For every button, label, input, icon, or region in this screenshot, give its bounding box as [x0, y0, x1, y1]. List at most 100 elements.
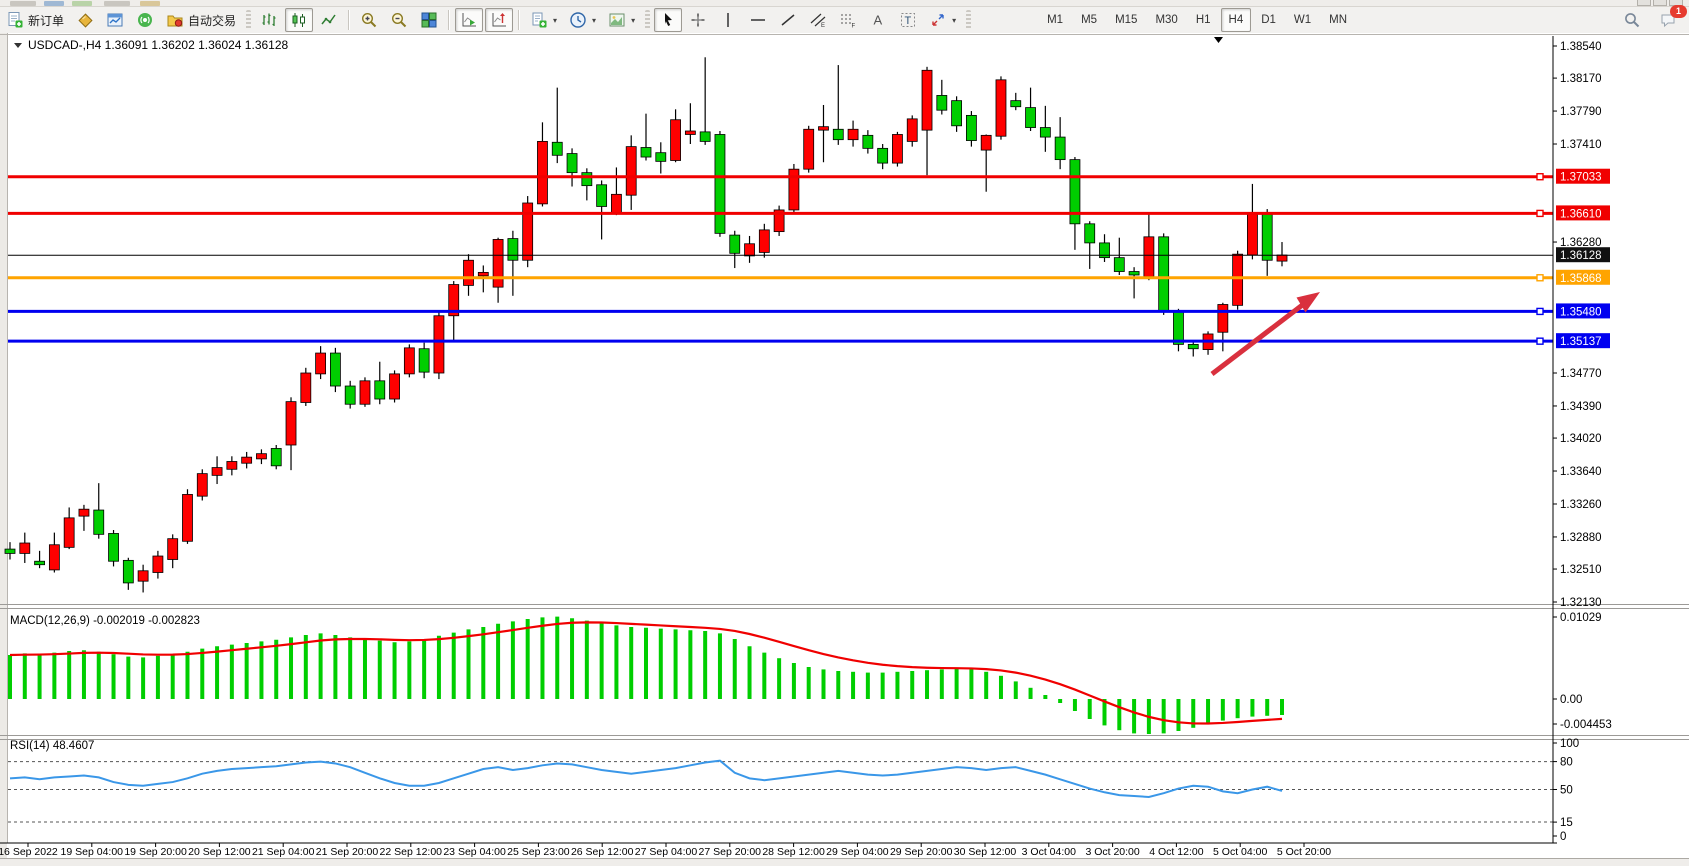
candle-body	[227, 461, 237, 469]
tiles-icon	[420, 11, 438, 29]
auto-scroll-button[interactable]	[455, 8, 483, 32]
candle-body	[671, 120, 681, 161]
tf-m30[interactable]: M30	[1147, 8, 1185, 32]
candles-icon	[290, 11, 308, 29]
signal-icon	[136, 11, 154, 29]
toolbar-group	[254, 7, 344, 33]
notifications-button[interactable]: 1	[1654, 8, 1682, 32]
templates-button[interactable]: ▾	[603, 8, 640, 32]
price-badge-label: 1.35868	[1560, 273, 1602, 285]
candle-body	[49, 545, 59, 570]
candle-body	[863, 135, 873, 148]
time-axis[interactable]: 16 Sep 202219 Sep 04:0019 Sep 20:0020 Se…	[0, 843, 1557, 858]
candle-body	[759, 230, 769, 253]
tf-d1[interactable]: D1	[1253, 8, 1284, 32]
equidistant-channel-button[interactable]: E	[804, 8, 832, 32]
toolbar-separator	[448, 10, 450, 30]
chart-window-button[interactable]	[101, 8, 129, 32]
vertical-line-button[interactable]	[714, 8, 742, 32]
line-chart-button[interactable]	[315, 8, 343, 32]
candle-body	[1159, 237, 1169, 312]
cutoff-menu-fragment	[44, 1, 64, 6]
toolbar-group: E FA T ▾	[653, 7, 962, 33]
hline-handle[interactable]	[1537, 275, 1543, 281]
tf-mn[interactable]: MN	[1321, 8, 1355, 32]
time-axis-label: 19 Sep 04:00	[61, 846, 124, 858]
chevron-down-icon[interactable]: ▾	[631, 16, 635, 25]
hline-handle[interactable]	[1537, 338, 1543, 344]
candle-body	[1040, 128, 1050, 138]
horizontal-line-button[interactable]	[744, 8, 772, 32]
chevron-down-icon[interactable]: ▾	[553, 16, 557, 25]
zoom-in-button[interactable]	[355, 8, 383, 32]
chart-window[interactable]: 1.385401.381701.377901.374101.362801.347…	[0, 33, 1689, 858]
vline-icon	[719, 11, 737, 29]
tf-m1[interactable]: M1	[1039, 8, 1071, 32]
folder-dot-icon	[166, 11, 184, 29]
hline-handle[interactable]	[1537, 174, 1543, 180]
auto-trading-button[interactable]: 自动交易	[161, 8, 241, 32]
svg-text:E: E	[821, 23, 825, 29]
candle-body	[641, 147, 651, 157]
trendline-button[interactable]	[774, 8, 802, 32]
tile-windows-button[interactable]	[415, 8, 443, 32]
candle-body	[611, 194, 621, 213]
text-button[interactable]: A	[864, 8, 892, 32]
macd-scale-label: 0.01029	[1560, 612, 1602, 624]
rsi-scale-label: 80	[1560, 757, 1573, 769]
toolbar-right: 1	[1617, 7, 1683, 33]
fibonacci-button[interactable]: F	[834, 8, 862, 32]
hline-handle[interactable]	[1537, 210, 1543, 216]
tf-m30-label: M30	[1155, 14, 1177, 26]
clock-icon	[569, 11, 587, 29]
candle-body	[996, 80, 1006, 136]
zoom-out-button[interactable]	[385, 8, 413, 32]
tf-w1[interactable]: W1	[1286, 8, 1319, 32]
tf-mn-label: MN	[1329, 14, 1347, 26]
arrows-icon	[929, 11, 947, 29]
new-order-button[interactable]: 新订单	[1, 8, 69, 32]
chevron-down-icon[interactable]: ▾	[592, 16, 596, 25]
window-restore-button[interactable]	[1653, 0, 1667, 6]
periods-button[interactable]: ▾	[564, 8, 601, 32]
rsi-scale-label: 100	[1560, 738, 1579, 750]
window-minimize-button[interactable]	[1637, 0, 1651, 6]
svg-text:T: T	[905, 15, 912, 27]
candle-body	[35, 561, 45, 564]
cutoff-menu-fragment	[72, 1, 92, 6]
toolbar-separator	[518, 10, 520, 30]
market-watch-button[interactable]	[71, 8, 99, 32]
tf-h4[interactable]: H4	[1221, 8, 1252, 32]
hline-icon	[749, 11, 767, 29]
cursor-button[interactable]	[654, 8, 682, 32]
crosshair-icon	[689, 11, 707, 29]
candle-body	[1011, 101, 1021, 107]
candle-body	[922, 70, 932, 130]
tf-m15[interactable]: M15	[1107, 8, 1145, 32]
bar-chart-button[interactable]	[255, 8, 283, 32]
arrows-button[interactable]: ▾	[924, 8, 961, 32]
candle-body	[5, 549, 15, 553]
candle-body	[94, 510, 104, 534]
candle-body	[878, 148, 888, 163]
search-button[interactable]	[1618, 8, 1646, 32]
toolbar-group: M1M5M15 M30 H1H4D1W1 MN	[1038, 7, 1356, 33]
candlestick-chart-button[interactable]	[285, 8, 313, 32]
crosshair-button[interactable]	[684, 8, 712, 32]
text-label-button[interactable]: T	[894, 8, 922, 32]
time-axis-label: 3 Oct 20:00	[1085, 846, 1139, 858]
tf-h1[interactable]: H1	[1188, 8, 1219, 32]
signals-button[interactable]	[131, 8, 159, 32]
candle-body	[20, 543, 30, 553]
doc-add-icon	[530, 11, 548, 29]
zoom-out-icon	[390, 11, 408, 29]
chart-canvas[interactable]: 1.385401.381701.377901.374101.362801.347…	[0, 33, 1689, 858]
new-chart-button[interactable]: ▾	[525, 8, 562, 32]
toolbar-grip	[645, 10, 650, 30]
candle-body	[419, 349, 429, 372]
chart-shift-button[interactable]	[485, 8, 513, 32]
candle-body	[256, 454, 266, 459]
tf-m5[interactable]: M5	[1073, 8, 1105, 32]
chevron-down-icon[interactable]: ▾	[952, 16, 956, 25]
hline-handle[interactable]	[1537, 308, 1543, 314]
